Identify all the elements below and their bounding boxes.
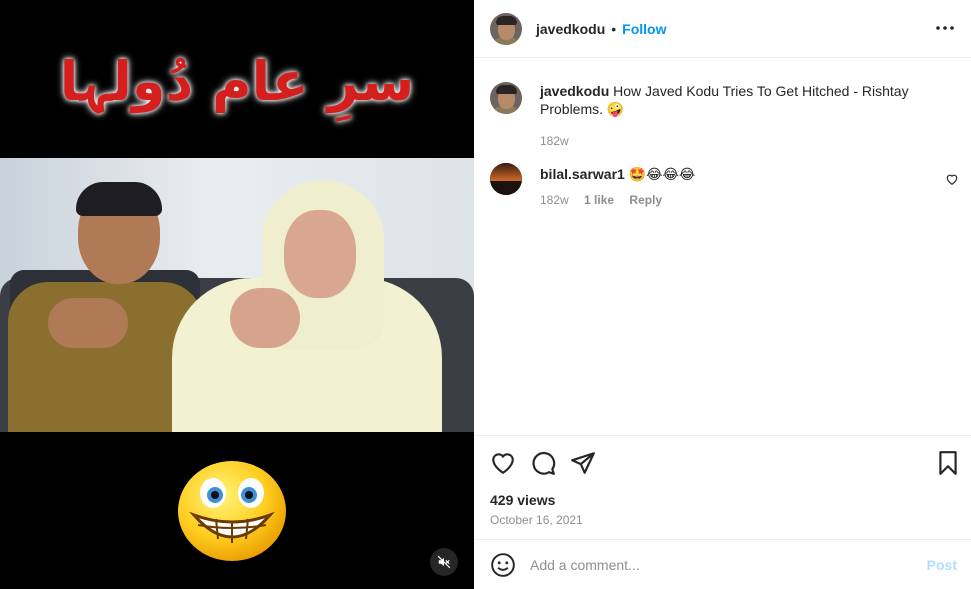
follow-button[interactable]: Follow bbox=[622, 21, 666, 37]
comment-text: 🤩😂😂😂 bbox=[624, 166, 696, 182]
post-media[interactable]: سرِ عام دُولہا bbox=[0, 0, 474, 589]
mute-button[interactable] bbox=[430, 548, 458, 576]
woman-face bbox=[284, 210, 356, 298]
post-actions-section: 429 views October 16, 2021 bbox=[474, 435, 971, 527]
author-username[interactable]: javedkodu bbox=[536, 21, 605, 37]
woman-hands bbox=[230, 288, 300, 348]
add-comment-bar: Post bbox=[474, 539, 971, 589]
share-paper-plane-icon[interactable] bbox=[570, 450, 596, 476]
comment-timestamp[interactable]: 182w bbox=[540, 193, 569, 207]
video-frame bbox=[0, 158, 474, 432]
reply-button[interactable]: Reply bbox=[629, 193, 662, 207]
post-caption: javedkodu How Javed Kodu Tries To Get Hi… bbox=[490, 82, 960, 150]
post-header: javedkodu • Follow bbox=[474, 0, 971, 58]
author-avatar[interactable] bbox=[490, 12, 522, 45]
post-comment-button[interactable]: Post bbox=[927, 557, 957, 573]
man-hands bbox=[48, 298, 128, 348]
comment-like-heart-icon[interactable] bbox=[945, 172, 959, 186]
caption-author-avatar[interactable] bbox=[490, 82, 522, 114]
more-options-button[interactable] bbox=[935, 18, 955, 38]
separator-dot: • bbox=[611, 20, 617, 37]
comment-likes[interactable]: 1 like bbox=[584, 193, 614, 207]
post-date[interactable]: October 16, 2021 bbox=[490, 513, 583, 527]
comment-input[interactable] bbox=[530, 556, 927, 573]
comment-item: bilal.sarwar1 🤩😂😂😂 182w 1 like Reply bbox=[490, 163, 960, 211]
comment-bubble-icon[interactable] bbox=[530, 450, 556, 476]
emoji-picker-icon[interactable] bbox=[490, 552, 516, 578]
action-icons-row bbox=[474, 436, 971, 490]
caption-username[interactable]: javedkodu bbox=[540, 83, 609, 99]
speaker-muted-icon bbox=[437, 555, 451, 569]
caption-timestamp[interactable]: 182w bbox=[540, 132, 940, 150]
post-details-panel: javedkodu • Follow javedkodu How Javed K… bbox=[474, 0, 971, 589]
commenter-avatar[interactable] bbox=[490, 163, 522, 195]
views-count[interactable]: 429 views bbox=[490, 492, 555, 508]
like-heart-icon[interactable] bbox=[490, 450, 516, 476]
video-title-overlay: سرِ عام دُولہا bbox=[59, 50, 415, 113]
save-bookmark-icon[interactable] bbox=[935, 450, 961, 476]
more-horizontal-icon bbox=[936, 26, 954, 30]
grinning-face-emoji-icon bbox=[178, 461, 286, 561]
comment-username[interactable]: bilal.sarwar1 bbox=[540, 166, 625, 182]
man-hair bbox=[76, 182, 162, 216]
